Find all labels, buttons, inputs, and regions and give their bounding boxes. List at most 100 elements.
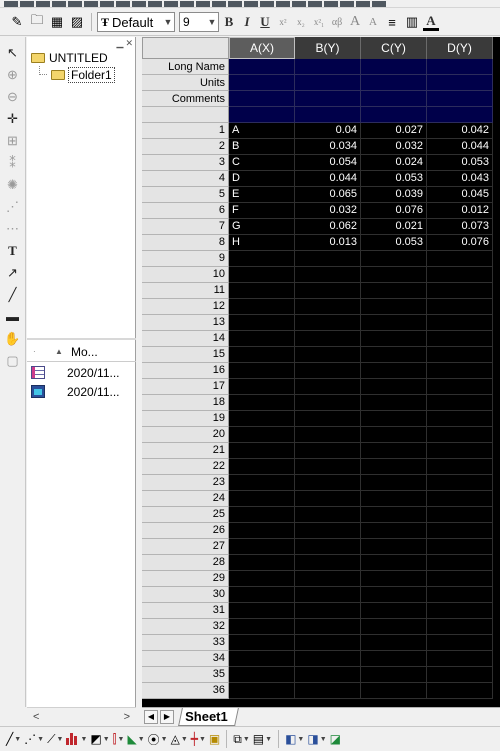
table-cell[interactable]: 0.039 (361, 187, 427, 203)
row-header[interactable]: 32 (142, 619, 229, 635)
table-cell[interactable] (229, 379, 295, 395)
table-cell[interactable] (295, 555, 361, 571)
table-cell[interactable] (361, 347, 427, 363)
row-header[interactable]: 18 (142, 395, 229, 411)
table-cell[interactable] (295, 315, 361, 331)
metadata-cell[interactable] (427, 59, 493, 75)
table-cell[interactable] (229, 683, 295, 699)
column-header[interactable]: D(Y) (427, 37, 493, 59)
row-header[interactable]: 19 (142, 411, 229, 427)
annotation-icon[interactable]: ▢ (3, 351, 23, 370)
table-cell[interactable] (229, 331, 295, 347)
table-cell[interactable] (361, 667, 427, 683)
table-cell[interactable] (361, 427, 427, 443)
table-cell[interactable] (295, 587, 361, 603)
arrange-button[interactable]: ▤ ▼ (253, 729, 272, 749)
superscript-button[interactable]: x² (275, 13, 291, 31)
table-cell[interactable] (361, 459, 427, 475)
row-header[interactable]: 33 (142, 635, 229, 651)
metadata-row-label[interactable] (142, 107, 229, 123)
row-header[interactable]: 6 (142, 203, 229, 219)
table-cell[interactable] (295, 603, 361, 619)
arrow-tool-icon[interactable]: ↗ (3, 263, 23, 282)
metadata-cell[interactable] (295, 91, 361, 107)
table-cell[interactable] (295, 491, 361, 507)
table-cell[interactable] (361, 635, 427, 651)
close-icon[interactable]: ✕ (125, 38, 133, 49)
table-cell[interactable] (427, 555, 493, 571)
row-header[interactable]: 36 (142, 683, 229, 699)
table-cell[interactable] (361, 555, 427, 571)
table-cell[interactable] (361, 299, 427, 315)
table-cell[interactable] (427, 331, 493, 347)
decrease-font-button[interactable]: A (365, 13, 381, 31)
table-cell[interactable] (229, 443, 295, 459)
rectangle-tool-icon[interactable]: ▬ (3, 307, 23, 326)
table-cell[interactable] (361, 363, 427, 379)
table-cell[interactable]: 0.043 (427, 171, 493, 187)
table-cell[interactable] (361, 475, 427, 491)
row-header[interactable]: 22 (142, 459, 229, 475)
table-cell[interactable]: 0.053 (361, 235, 427, 251)
table-cell[interactable] (229, 651, 295, 667)
table-cell[interactable] (427, 523, 493, 539)
metadata-cell[interactable] (361, 75, 427, 91)
table-cell[interactable]: 0.065 (295, 187, 361, 203)
tab-next-icon[interactable]: ▶ (160, 709, 174, 724)
metadata-cell[interactable] (427, 75, 493, 91)
table-cell[interactable] (295, 507, 361, 523)
scroll-right-icon[interactable]: > (124, 711, 130, 723)
metadata-cell[interactable] (295, 75, 361, 91)
table-cell[interactable]: G (229, 219, 295, 235)
table-cell[interactable] (427, 587, 493, 603)
greek-button[interactable]: αβ (329, 13, 345, 31)
table-cell[interactable]: 0.073 (427, 219, 493, 235)
row-header[interactable]: 24 (142, 491, 229, 507)
table-cell[interactable] (427, 427, 493, 443)
line-tool-icon[interactable]: ╱ (3, 285, 23, 304)
row-header[interactable]: 3 (142, 155, 229, 171)
table-cell[interactable] (427, 539, 493, 555)
super-subscript-button[interactable]: x²₁ (311, 13, 327, 31)
row-header[interactable]: 2 (142, 139, 229, 155)
table-cell[interactable]: D (229, 171, 295, 187)
row-header[interactable]: 26 (142, 523, 229, 539)
table-cell[interactable] (229, 267, 295, 283)
table-cell[interactable] (427, 347, 493, 363)
increase-font-button[interactable]: A (347, 13, 363, 31)
data-selector-icon[interactable]: ⁑ (3, 153, 23, 172)
table-cell[interactable] (427, 299, 493, 315)
metadata-cell[interactable] (229, 107, 295, 123)
row-header[interactable]: 34 (142, 651, 229, 667)
table-cell[interactable]: 0.053 (427, 155, 493, 171)
line-plot-button[interactable]: ╱ ▼ (6, 729, 21, 749)
metadata-cell[interactable] (229, 91, 295, 107)
row-header[interactable]: 4 (142, 171, 229, 187)
table-cell[interactable] (229, 283, 295, 299)
table-cell[interactable]: 0.032 (361, 139, 427, 155)
row-header[interactable]: 23 (142, 475, 229, 491)
table-cell[interactable] (295, 523, 361, 539)
tab-prev-icon[interactable]: ◀ (144, 709, 158, 724)
row-header[interactable]: 5 (142, 187, 229, 203)
table-cell[interactable] (229, 539, 295, 555)
table-cell[interactable]: 0.044 (295, 171, 361, 187)
metadata-row-label[interactable]: Long Name (142, 59, 229, 75)
table-cell[interactable] (295, 347, 361, 363)
table-cell[interactable] (229, 363, 295, 379)
table-cell[interactable] (427, 619, 493, 635)
table-cell[interactable] (361, 251, 427, 267)
export-button[interactable]: ◪ (330, 729, 341, 749)
hand-tool-icon[interactable]: ✋ (3, 329, 23, 348)
contour-plot-button[interactable]: ◣ ▼ (127, 729, 144, 749)
worksheet-tools-icon[interactable]: ▦ (48, 13, 66, 31)
metadata-cell[interactable] (229, 75, 295, 91)
table-cell[interactable]: 0.024 (361, 155, 427, 171)
metadata-cell[interactable] (229, 59, 295, 75)
table-cell[interactable] (295, 475, 361, 491)
table-cell[interactable] (427, 443, 493, 459)
metadata-row-label[interactable]: Comments (142, 91, 229, 107)
minimize-icon[interactable]: ▁ (117, 38, 124, 49)
column-header[interactable]: A(X) (229, 37, 295, 59)
table-cell[interactable] (229, 427, 295, 443)
